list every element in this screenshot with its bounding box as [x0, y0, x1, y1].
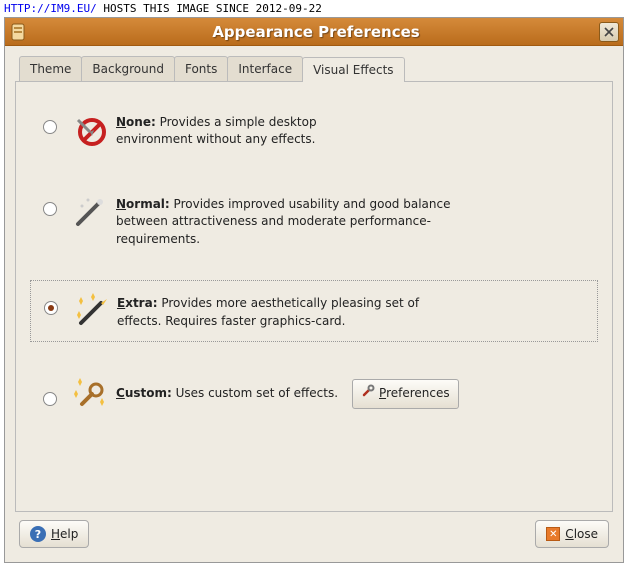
titlebar: Appearance Preferences — [5, 18, 623, 46]
window-title: Appearance Preferences — [33, 23, 599, 41]
wrench-icon — [361, 384, 375, 403]
radio-normal[interactable] — [43, 202, 57, 216]
tab-content: None: Provides a simple desktop environm… — [15, 82, 613, 512]
window-app-icon — [9, 23, 27, 41]
tabs-bar: Theme Background Fonts Interface Visual … — [15, 56, 613, 82]
radio-none[interactable] — [43, 120, 57, 134]
help-icon: ? — [30, 526, 46, 542]
tab-theme[interactable]: Theme — [19, 56, 82, 81]
radio-custom[interactable] — [43, 392, 57, 406]
close-icon: ✕ — [546, 527, 560, 541]
tab-interface[interactable]: Interface — [227, 56, 303, 81]
option-normal[interactable]: Normal: Provides improved usability and … — [30, 182, 598, 258]
option-none[interactable]: None: Provides a simple desktop environm… — [30, 100, 598, 160]
tab-background[interactable]: Background — [81, 56, 175, 81]
tab-visual-effects[interactable]: Visual Effects — [302, 57, 404, 82]
host-banner: HTTP://IM9.EU/ HOSTS THIS IMAGE SINCE 20… — [0, 0, 628, 17]
option-custom[interactable]: Custom: Uses custom set of effects. Pref… — [30, 364, 598, 424]
radio-extra[interactable] — [44, 301, 58, 315]
close-button[interactable]: ✕ Close — [535, 520, 609, 548]
dialog-footer: ? Help ✕ Close — [15, 512, 613, 552]
window-close-button[interactable] — [599, 22, 619, 42]
normal-effects-icon — [64, 192, 116, 232]
no-effects-icon — [64, 110, 116, 150]
extra-effects-icon — [65, 291, 117, 331]
help-button[interactable]: ? Help — [19, 520, 89, 548]
host-link[interactable]: HTTP://IM9.EU/ — [4, 2, 97, 15]
custom-preferences-button[interactable]: Preferences — [352, 379, 459, 408]
appearance-window: Appearance Preferences Theme Background … — [4, 17, 624, 563]
custom-effects-icon — [64, 374, 116, 414]
option-extra[interactable]: Extra: Provides more aesthetically pleas… — [30, 280, 598, 342]
tab-fonts[interactable]: Fonts — [174, 56, 228, 81]
